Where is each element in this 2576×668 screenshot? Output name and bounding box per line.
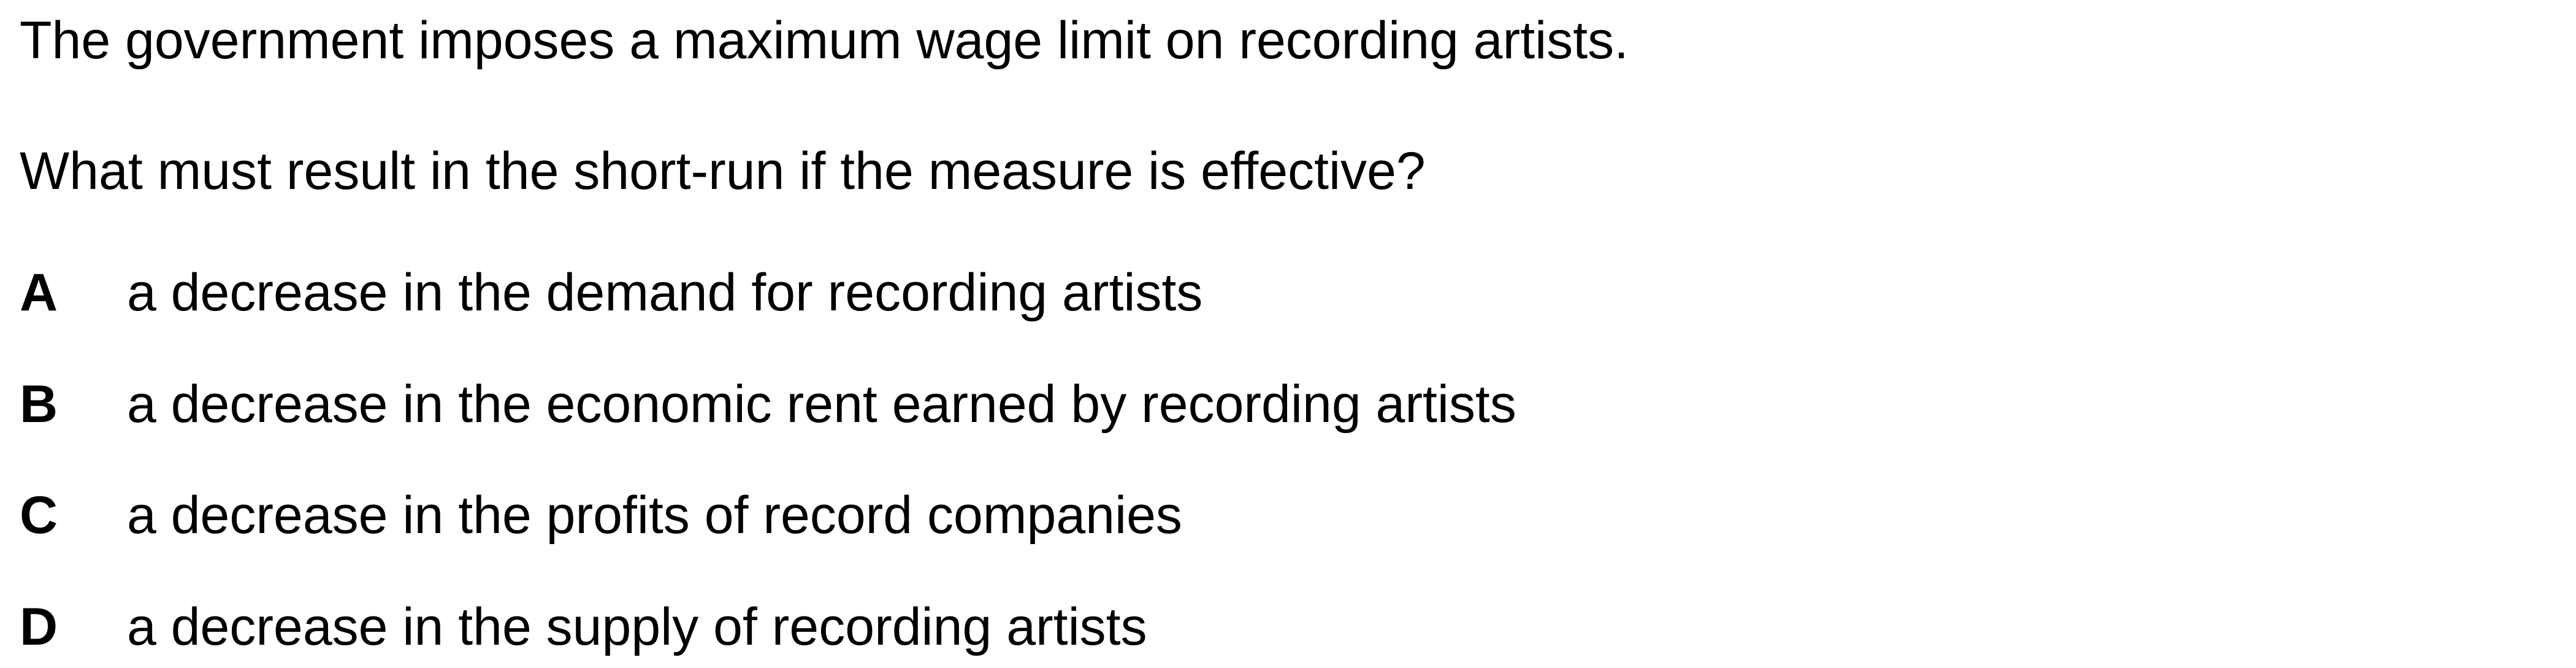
- option-text: a decrease in the demand for recording a…: [127, 263, 1203, 322]
- option-text: a decrease in the economic rent earned b…: [127, 375, 1516, 434]
- question-stem-statement: The government imposes a maximum wage li…: [20, 11, 1629, 70]
- option-letter: D: [20, 597, 58, 656]
- answer-option-d: D a decrease in the supply of recording …: [20, 596, 2534, 658]
- option-letter: A: [20, 263, 58, 322]
- question-page: The government imposes a maximum wage li…: [0, 0, 2576, 668]
- option-letter: B: [20, 375, 58, 434]
- answer-option-c: C a decrease in the profits of record co…: [20, 485, 2534, 546]
- answer-option-b: B a decrease in the economic rent earned…: [20, 374, 2534, 435]
- option-letter: C: [20, 486, 58, 545]
- option-text: a decrease in the profits of record comp…: [127, 486, 1182, 545]
- option-text: a decrease in the supply of recording ar…: [127, 597, 1147, 656]
- answer-option-a: A a decrease in the demand for recording…: [20, 262, 2534, 323]
- question-stem-prompt: What must result in the short-run if the…: [20, 142, 1426, 201]
